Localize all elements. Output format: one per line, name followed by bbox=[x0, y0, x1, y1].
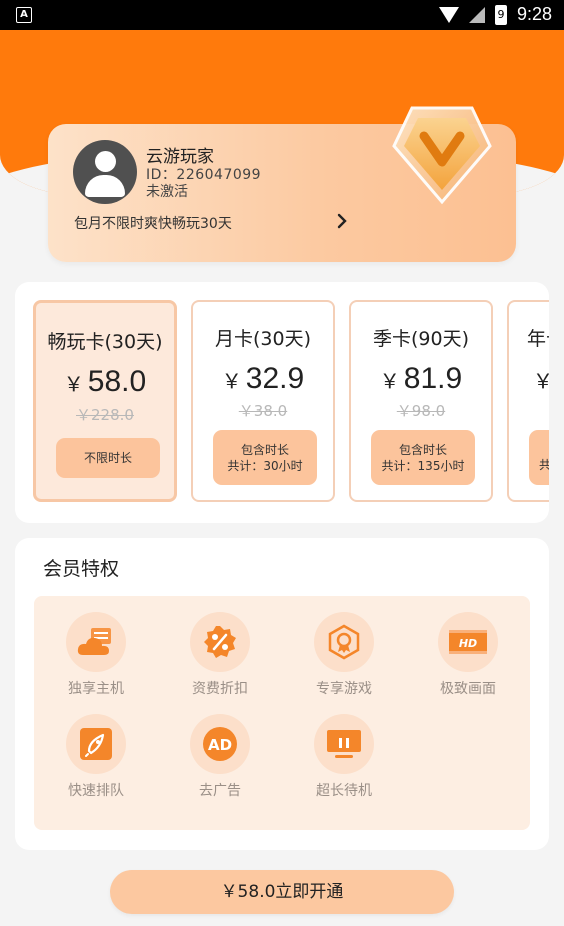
plan-price: ￥ 81.9 bbox=[379, 362, 463, 395]
plan-card-monthly[interactable]: 月卡(30天) ￥ 32.9 ￥38.0 包含时长 共计：30小时 bbox=[191, 300, 335, 502]
avatar[interactable] bbox=[73, 140, 137, 204]
perk-no-ads[interactable]: AD 去广告 bbox=[170, 702, 270, 799]
plan-card-quarterly[interactable]: 季卡(90天) ￥ 81.9 ￥98.0 包含时长 共计：135小时 bbox=[349, 300, 493, 502]
promo-text[interactable]: 包月不限时爽快畅玩30天 bbox=[74, 213, 232, 233]
perk-exclusive-host[interactable]: 独享主机 bbox=[46, 600, 146, 697]
plan-title: 季卡(90天) bbox=[372, 328, 469, 350]
plan-title: 月卡(30天) bbox=[214, 328, 311, 350]
app-indicator-icon: A bbox=[16, 7, 32, 23]
perk-hd-quality[interactable]: HD 极致画面 bbox=[418, 600, 518, 697]
plan-original-price: ￥38.0 bbox=[238, 402, 288, 420]
ad-icon: AD bbox=[203, 727, 237, 761]
hd-icon: HD bbox=[449, 630, 487, 654]
plan-description: 不限时长 bbox=[56, 438, 160, 478]
plan-original-price: ￥98.0 bbox=[396, 402, 446, 420]
plan-original-price: ￥228.0 bbox=[76, 406, 134, 424]
plan-description: 共 bbox=[529, 430, 549, 485]
purchase-button[interactable]: ￥58.0立即开通 bbox=[110, 870, 454, 914]
clock: 9:28 bbox=[516, 4, 552, 24]
svg-text:HD: HD bbox=[459, 637, 477, 650]
vip-badge-icon bbox=[392, 106, 492, 205]
battery-icon: 9 bbox=[494, 4, 507, 25]
plan-description: 包含时长 共计：30小时 bbox=[213, 430, 317, 485]
cloud-server-icon bbox=[77, 628, 111, 655]
perks-title: 会员特权 bbox=[43, 558, 120, 580]
chevron-right-icon[interactable] bbox=[333, 212, 351, 230]
perk-exclusive-games[interactable]: 专享游戏 bbox=[294, 600, 394, 697]
perk-fast-queue[interactable]: 快速排队 bbox=[46, 702, 146, 799]
plans-panel: 畅玩卡(30天) ￥ 58.0 ￥228.0 不限时长 月卡(30天) ￥ 32.9… bbox=[15, 282, 549, 523]
plan-price: ￥ bbox=[533, 368, 549, 393]
plan-price: ￥ 58.0 bbox=[63, 365, 147, 398]
monitor-icon bbox=[327, 730, 361, 758]
plan-card-yearly[interactable]: 年卡 ￥ 共 bbox=[507, 300, 549, 502]
plan-card-play-card[interactable]: 畅玩卡(30天) ￥ 58.0 ￥228.0 不限时长 bbox=[33, 300, 177, 502]
membership-status: 未激活 bbox=[146, 184, 188, 200]
perks-grid: 独享主机 资费折扣 专享游戏 HD 极致画面 快速排队 AD 去广告 超长待机 bbox=[34, 596, 530, 830]
rocket-icon bbox=[80, 728, 112, 760]
perks-panel: 会员特权 独享主机 资费折扣 专享游戏 HD 极致画面 快速排队 AD 去广告 … bbox=[15, 538, 549, 850]
discount-icon bbox=[204, 626, 236, 658]
plan-title: 年卡 bbox=[527, 328, 549, 350]
plan-title: 畅玩卡(30天) bbox=[47, 331, 163, 353]
game-medal-icon bbox=[328, 624, 360, 660]
perk-long-standby[interactable]: 超长待机 bbox=[294, 702, 394, 799]
status-bar: A 9 9:28 bbox=[0, 0, 564, 30]
svg-text:AD: AD bbox=[208, 736, 232, 754]
plan-description: 包含时长 共计：135小时 bbox=[371, 430, 475, 485]
signal-icon bbox=[468, 6, 485, 23]
wifi-icon bbox=[438, 6, 459, 23]
perk-discount[interactable]: 资费折扣 bbox=[170, 600, 270, 697]
plan-price: ￥ 32.9 bbox=[221, 362, 305, 395]
